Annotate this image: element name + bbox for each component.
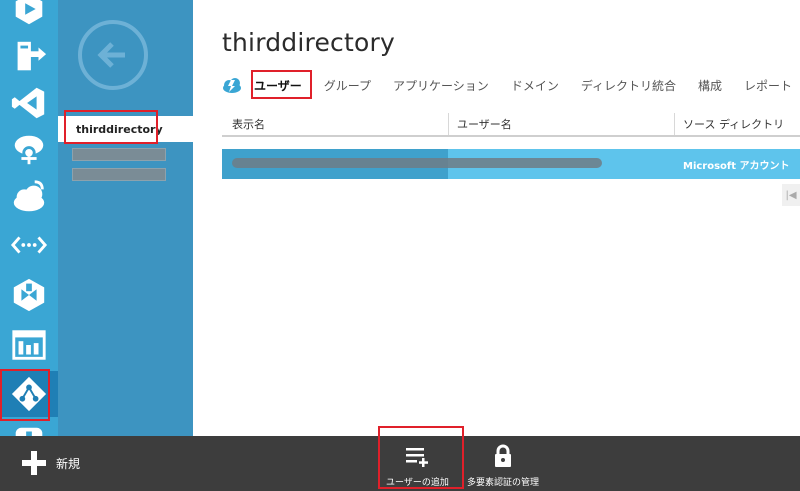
collapse-handle-icon[interactable]: |◀ — [782, 184, 800, 206]
tab-domains[interactable]: ドメイン — [511, 77, 559, 94]
table-row[interactable]: Microsoft アカウント — [222, 149, 800, 179]
tab-groups[interactable]: グループ — [324, 77, 371, 94]
rail-item-traffic-manager[interactable] — [3, 272, 55, 318]
directory-subnav: thirddirectory — [58, 0, 193, 436]
tab-applications[interactable]: アプリケーション — [393, 77, 489, 94]
back-arrow-icon — [97, 42, 125, 68]
rail-item-visual-studio[interactable] — [3, 80, 55, 126]
tab-bar: ユーザー グループ アプリケーション ドメイン ディレクトリ統合 構成 レポート — [222, 72, 800, 98]
rail-item-active-directory[interactable] — [0, 371, 58, 417]
rail-item-hdinsight[interactable] — [3, 126, 55, 172]
command-bar: 新規 ユーザーの追加 多要素認証の管理 — [0, 436, 800, 491]
tab-users[interactable]: ユーザー — [254, 77, 302, 94]
tab-reports[interactable]: レポート — [744, 77, 792, 94]
redacted-directory-item[interactable] — [72, 148, 166, 161]
tab-configure[interactable]: 構成 — [698, 77, 722, 94]
hdinsight-icon — [14, 135, 44, 165]
rail-item-add-ons[interactable] — [3, 418, 55, 436]
page-title: thirddirectory — [222, 28, 395, 57]
manage-mfa-button[interactable]: 多要素認証の管理 — [467, 444, 539, 488]
rail-item-cloud-services[interactable] — [3, 174, 55, 220]
directory-item-selected[interactable]: thirddirectory — [58, 116, 193, 142]
add-user-button[interactable]: ユーザーの追加 — [386, 444, 449, 488]
users-table-header: 表示名 ユーザー名 ソース ディレクトリ — [222, 113, 800, 137]
new-button[interactable]: 新規 — [22, 450, 80, 476]
redacted-user-info — [232, 158, 602, 168]
column-header-source-directory[interactable]: ソース ディレクトリ — [674, 113, 800, 135]
service-icon-rail — [0, 0, 58, 436]
tab-directory-integration[interactable]: ディレクトリ統合 — [581, 77, 676, 94]
active-directory-icon — [11, 376, 47, 412]
networks-icon — [10, 236, 48, 254]
deploy-icon — [17, 41, 47, 71]
management-portal-icon — [12, 330, 46, 360]
media-services-icon — [15, 0, 43, 25]
new-button-label: 新規 — [56, 456, 81, 471]
manage-mfa-label: 多要素認証の管理 — [467, 478, 540, 488]
column-header-user-name[interactable]: ユーザー名 — [448, 113, 674, 135]
visual-studio-icon — [11, 87, 45, 119]
cloud-services-icon — [13, 180, 45, 212]
redacted-directory-item[interactable] — [72, 168, 166, 181]
column-header-display-name[interactable]: 表示名 — [222, 113, 448, 135]
rail-item-deploy[interactable] — [3, 34, 55, 80]
rail-item-media-services[interactable] — [3, 0, 55, 32]
rail-item-management-portal[interactable] — [3, 322, 55, 368]
directory-name: thirddirectory — [76, 122, 163, 136]
add-user-icon — [406, 448, 429, 467]
traffic-manager-icon — [13, 278, 45, 312]
directory-cloud-icon — [223, 78, 241, 93]
back-button[interactable] — [78, 20, 148, 90]
add-ons-icon — [15, 427, 43, 436]
row-source-cell: Microsoft アカウント — [683, 160, 790, 172]
plus-icon — [22, 451, 46, 475]
main-content: thirddirectory ユーザー グループ アプリケーション ドメイン デ… — [193, 0, 800, 436]
add-user-label: ユーザーの追加 — [386, 478, 449, 488]
portal-window: { "rail": { "items": [ {"icon": "media-s… — [0, 0, 800, 491]
rail-item-networks[interactable] — [3, 222, 55, 268]
lock-icon — [495, 444, 511, 467]
